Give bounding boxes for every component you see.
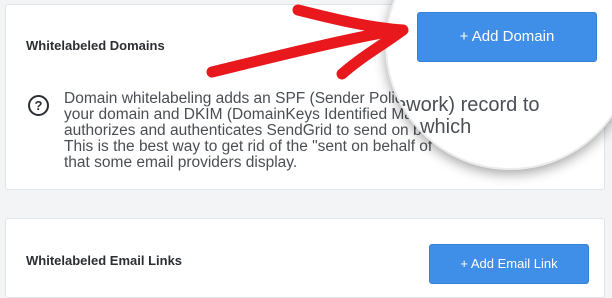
magnified-text-line: ework) record to bbox=[395, 94, 540, 116]
question-mark-circle-icon: ? bbox=[28, 95, 49, 116]
add-email-link-button[interactable]: + Add Email Link bbox=[429, 244, 589, 284]
magnified-text-line: s, which bbox=[399, 116, 472, 138]
add-domain-button[interactable]: + Add Domain bbox=[417, 12, 597, 62]
section-title: Whitelabeled Domains bbox=[26, 38, 165, 53]
red-arrow-icon bbox=[206, 4, 409, 80]
whitelabeled-email-links-card: Whitelabeled Email Links + Add Email Lin… bbox=[5, 218, 605, 298]
section-title: Whitelabeled Email Links bbox=[26, 253, 183, 268]
